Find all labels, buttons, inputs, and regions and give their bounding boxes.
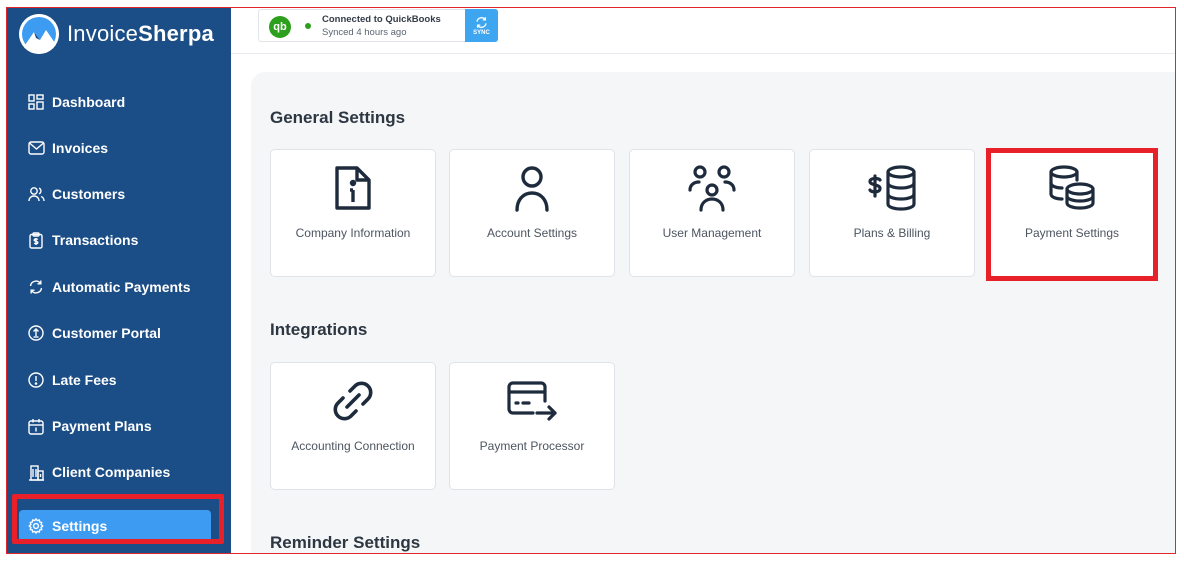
card-label: Plans & Billing: [853, 226, 931, 240]
sidebar-item-label: Dashboard: [52, 94, 126, 110]
calendar-icon: [27, 417, 45, 435]
card-payment-processor[interactable]: Payment Processor: [449, 362, 615, 490]
card-plans-billing[interactable]: Plans & Billing: [809, 149, 975, 277]
users-icon: [27, 185, 45, 203]
user-icon: [450, 162, 614, 214]
user-group-icon: [630, 162, 794, 214]
sidebar-item-label: Invoices: [52, 140, 109, 156]
dashboard-icon: [27, 93, 45, 111]
sidebar-item-label: Customer Portal: [52, 325, 161, 341]
topbar: qb Connected to QuickBooks Synced 4 hour…: [231, 8, 1175, 54]
sync-icon: [476, 16, 487, 28]
section-title-integrations: Integrations: [270, 320, 368, 339]
sidebar-item-label: Payment Plans: [52, 418, 152, 434]
sidebar: InvoiceSherpa Dashboard Invoices Custome…: [7, 8, 231, 553]
card-accounting-connection[interactable]: Accounting Connection: [270, 362, 436, 490]
brand-name-bold: Sherpa: [138, 21, 214, 46]
settings-highlight-box: [12, 494, 224, 544]
quickbooks-status: qb Connected to QuickBooks Synced 4 hour…: [258, 9, 498, 42]
document-info-icon: [271, 162, 435, 214]
sidebar-item-automatic-payments[interactable]: Automatic Payments: [19, 271, 211, 303]
sidebar-item-client-companies[interactable]: Client Companies: [19, 456, 211, 488]
dollar-coins-icon: [810, 162, 974, 214]
card-account-settings[interactable]: Account Settings: [449, 149, 615, 277]
card-label: User Management: [662, 226, 762, 240]
sidebar-item-transactions[interactable]: Transactions: [19, 224, 211, 256]
sidebar-item-payment-plans[interactable]: Payment Plans: [19, 410, 211, 442]
card-label: Accounting Connection: [291, 439, 415, 453]
card-label: Payment Processor: [479, 439, 585, 453]
link-icon: [271, 375, 435, 427]
app-window: InvoiceSherpa Dashboard Invoices Custome…: [6, 7, 1176, 554]
settings-panel: General Settings Company Information Acc…: [251, 72, 1175, 553]
brand-name-regular: Invoice: [67, 21, 139, 46]
card-user-management[interactable]: User Management: [629, 149, 795, 277]
clipboard-dollar-icon: [27, 231, 45, 249]
sidebar-item-label: Client Companies: [52, 464, 171, 480]
card-label: Account Settings: [486, 226, 578, 240]
payment-settings-highlight-box: [986, 148, 1158, 281]
sidebar-item-customer-portal[interactable]: Customer Portal: [19, 317, 211, 349]
sync-button[interactable]: SYNC: [465, 9, 498, 42]
quickbooks-sync-time: Synced 4 hours ago: [322, 27, 407, 38]
brand-logo-icon: [19, 14, 59, 54]
building-icon: [27, 463, 45, 481]
refresh-icon: [27, 278, 45, 296]
sidebar-item-label: Customers: [52, 186, 126, 202]
quickbooks-logo-icon: qb: [269, 16, 291, 38]
brand[interactable]: InvoiceSherpa: [19, 12, 214, 56]
sidebar-item-customers[interactable]: Customers: [19, 178, 211, 210]
sync-label: SYNC: [473, 29, 490, 36]
sidebar-item-late-fees[interactable]: Late Fees: [19, 364, 211, 396]
section-title-general: General Settings: [270, 108, 406, 127]
card-label: Company Information: [295, 226, 411, 240]
mail-icon: [27, 139, 45, 157]
brand-name: InvoiceSherpa: [67, 21, 214, 47]
sidebar-item-label: Automatic Payments: [52, 279, 191, 295]
alert-circle-icon: [27, 371, 45, 389]
card-company-information[interactable]: Company Information: [270, 149, 436, 277]
sidebar-item-invoices[interactable]: Invoices: [19, 132, 211, 164]
sidebar-item-label: Transactions: [52, 232, 139, 248]
portal-icon: [27, 324, 45, 342]
card-transfer-icon: [450, 375, 614, 427]
quickbooks-title: Connected to QuickBooks: [322, 14, 441, 25]
sidebar-item-dashboard[interactable]: Dashboard: [19, 86, 211, 118]
sidebar-item-label: Late Fees: [52, 372, 117, 388]
connection-status-dot: [305, 23, 311, 29]
section-title-reminders: Reminder Settings: [270, 533, 421, 552]
